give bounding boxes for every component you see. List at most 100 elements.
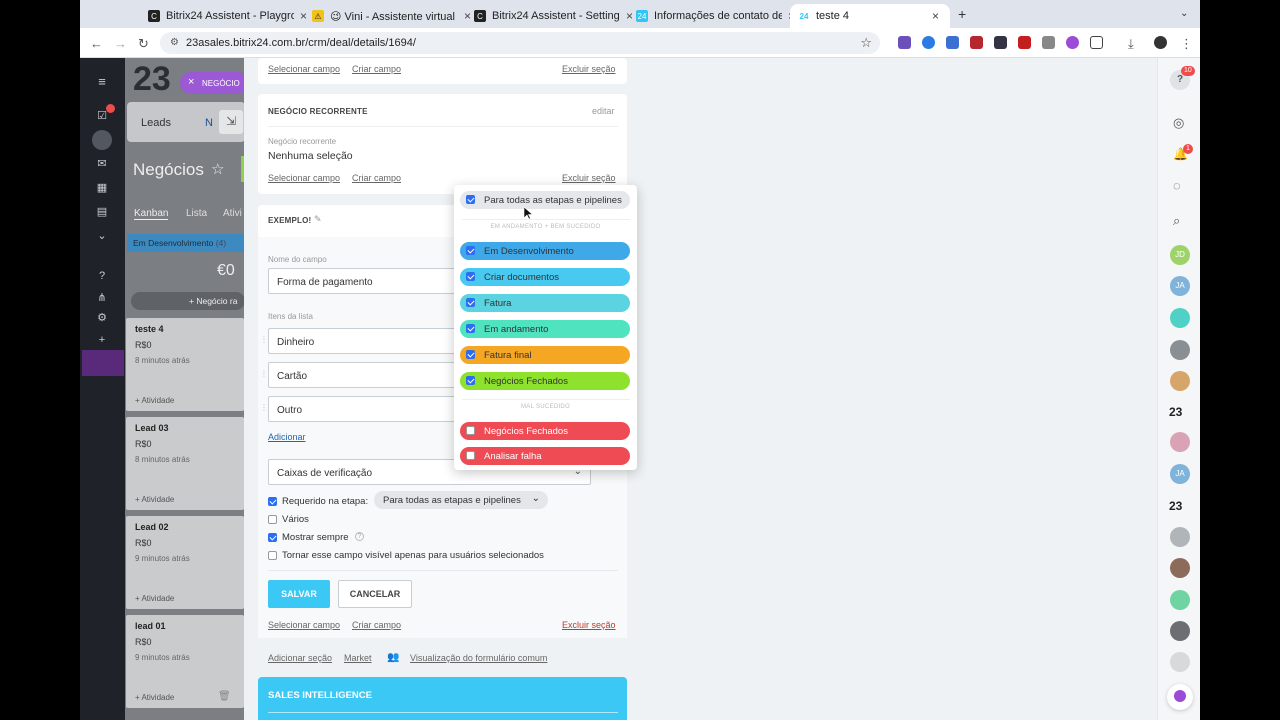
logo-avatar[interactable]: 23 bbox=[1169, 499, 1182, 513]
add-section-link[interactable]: Adicionar seção bbox=[268, 653, 332, 663]
quick-add-button[interactable]: + Negócio ra bbox=[131, 292, 245, 310]
avatar[interactable]: JA bbox=[1170, 464, 1190, 484]
stage-option[interactable]: Em andamento bbox=[460, 320, 630, 338]
add-item-link[interactable]: Adicionar bbox=[268, 432, 306, 442]
tab-leads[interactable]: Leads bbox=[141, 117, 171, 129]
select-field-link[interactable]: Selecionar campo bbox=[268, 64, 340, 74]
help-icon[interactable]: ? bbox=[355, 532, 364, 541]
chevron-down-icon[interactable]: ⌄ bbox=[96, 230, 108, 242]
deal-badge[interactable]: × NEGÓCIO bbox=[180, 72, 248, 94]
site-info-icon[interactable]: ⚙ bbox=[170, 37, 179, 48]
stage-checkbox[interactable] bbox=[466, 324, 475, 333]
select-field-link[interactable]: Selecionar campo bbox=[268, 173, 340, 183]
tab-playground[interactable]: C Bitrix24 Assistent - Playgroun × bbox=[140, 4, 315, 28]
avatar[interactable] bbox=[1170, 432, 1190, 452]
forward-icon[interactable]: → bbox=[114, 36, 127, 51]
view-lista[interactable]: Lista bbox=[186, 208, 207, 219]
help-icon[interactable]: ? bbox=[96, 270, 108, 282]
required-checkbox[interactable] bbox=[268, 497, 277, 506]
copilot-button[interactable] bbox=[1167, 684, 1193, 710]
avatar[interactable] bbox=[1170, 371, 1190, 391]
card-add-activity[interactable]: + Atividade bbox=[135, 693, 174, 702]
deal-card[interactable]: teste 4 R$0 8 minutos atrás + Atividade bbox=[126, 318, 244, 411]
logo-avatar[interactable]: 23 bbox=[1169, 405, 1182, 419]
visible-selected-checkbox[interactable] bbox=[268, 551, 277, 560]
market-link[interactable]: Market bbox=[344, 653, 372, 663]
close-icon[interactable]: × bbox=[188, 76, 194, 88]
pencil-icon[interactable]: ✎ bbox=[314, 214, 322, 225]
stage-option[interactable]: Fatura final bbox=[460, 346, 630, 364]
stage-option[interactable]: Negócios Fechados bbox=[460, 422, 630, 440]
chevron-down-icon[interactable]: ⌄ bbox=[1180, 8, 1188, 19]
stage-option[interactable]: Criar documentos bbox=[460, 268, 630, 286]
delete-section-link[interactable]: Excluir seção bbox=[562, 620, 616, 630]
trash-icon[interactable]: 🗑 bbox=[218, 691, 231, 702]
calendar-icon[interactable]: ▦ bbox=[96, 182, 108, 194]
card-add-activity[interactable]: + Atividade bbox=[135, 396, 174, 405]
download-icon[interactable]: ⤓ bbox=[1128, 36, 1134, 52]
stage-checkbox[interactable] bbox=[466, 376, 475, 385]
delete-section-link[interactable]: Excluir seção bbox=[562, 173, 616, 183]
stage-option[interactable]: Negócios Fechados bbox=[460, 372, 630, 390]
extension-icon[interactable] bbox=[994, 36, 1007, 49]
deal-card[interactable]: Lead 03 R$0 8 minutos atrás + Atividade bbox=[126, 417, 244, 510]
avatar[interactable] bbox=[1170, 527, 1190, 547]
extension-icon[interactable] bbox=[946, 36, 959, 49]
save-button[interactable]: SALVAR bbox=[268, 580, 330, 608]
delete-section-link[interactable]: Excluir seção bbox=[562, 64, 616, 74]
stage-checkbox[interactable] bbox=[466, 426, 475, 435]
tab-negocios[interactable]: N bbox=[205, 117, 213, 129]
extension-icon[interactable] bbox=[898, 36, 911, 49]
back-icon[interactable]: ← bbox=[90, 36, 103, 51]
create-field-link[interactable]: Criar campo bbox=[352, 64, 401, 74]
menu-icon[interactable]: ≡ bbox=[96, 75, 108, 88]
puzzle-icon[interactable] bbox=[1090, 36, 1103, 49]
card-add-activity[interactable]: + Atividade bbox=[135, 495, 174, 504]
extension-icon[interactable] bbox=[1042, 36, 1055, 49]
chat-icon[interactable]: ◌ bbox=[1173, 178, 1181, 193]
star-icon[interactable]: ☆ bbox=[860, 35, 872, 51]
cancel-button[interactable]: CANCELAR bbox=[338, 580, 412, 608]
deal-card[interactable]: Lead 02 R$0 9 minutos atrás + Atividade bbox=[126, 516, 244, 609]
stage-checkbox[interactable] bbox=[466, 350, 475, 359]
menu-icon[interactable]: ⋮ bbox=[1180, 36, 1193, 52]
tab-contato[interactable]: 24 Informações de contato de 6 × bbox=[628, 4, 803, 28]
tab-settings[interactable]: C Bitrix24 Assistent - Settings × bbox=[466, 4, 641, 28]
create-field-link[interactable]: Criar campo bbox=[352, 620, 401, 630]
avatar[interactable] bbox=[1154, 36, 1167, 49]
crm-active-icon[interactable] bbox=[92, 130, 112, 150]
extension-icon[interactable] bbox=[970, 36, 983, 49]
show-always-checkbox[interactable] bbox=[268, 533, 277, 542]
collapse-icon[interactable]: ⇲ bbox=[219, 110, 243, 134]
stage-checkbox[interactable] bbox=[466, 298, 475, 307]
avatar[interactable] bbox=[1170, 590, 1190, 610]
avatar[interactable] bbox=[1170, 652, 1190, 672]
search-icon[interactable]: ⌕ bbox=[1173, 213, 1180, 229]
tasks-icon[interactable]: ☑ bbox=[96, 110, 108, 122]
close-icon[interactable]: × bbox=[932, 9, 939, 23]
stage-option[interactable]: Analisar falha bbox=[460, 447, 630, 465]
stage-option-all[interactable]: Para todas as etapas e pipelines bbox=[460, 191, 630, 209]
extension-icon[interactable] bbox=[1066, 36, 1079, 49]
extension-icon[interactable] bbox=[922, 36, 935, 49]
view-atividades[interactable]: Ativi bbox=[223, 208, 242, 219]
select-field-link[interactable]: Selecionar campo bbox=[268, 620, 340, 630]
sitemap-icon[interactable]: ⋔ bbox=[96, 292, 108, 304]
required-stage-selector[interactable]: Para todas as etapas e pipelines ⌄ bbox=[374, 491, 548, 509]
avatar[interactable] bbox=[1170, 308, 1190, 328]
crown-icon[interactable] bbox=[82, 350, 124, 376]
edit-link[interactable]: editar bbox=[592, 106, 615, 116]
view-kanban[interactable]: Kanban bbox=[134, 208, 169, 220]
copilot-icon[interactable]: ◎ bbox=[1173, 115, 1184, 131]
avatar[interactable] bbox=[1170, 558, 1190, 578]
mail-icon[interactable]: ✉ bbox=[96, 158, 108, 170]
stage-checkbox[interactable] bbox=[466, 451, 475, 460]
multiple-checkbox[interactable] bbox=[268, 515, 277, 524]
tab-teste-4[interactable]: 24 teste 4 × bbox=[790, 4, 950, 28]
card-add-activity[interactable]: + Atividade bbox=[135, 594, 174, 603]
avatar[interactable] bbox=[1170, 621, 1190, 641]
avatar[interactable]: JD bbox=[1170, 245, 1190, 265]
stage-checkbox[interactable] bbox=[466, 246, 475, 255]
stage-checkbox[interactable] bbox=[466, 195, 475, 204]
stage-option[interactable]: Fatura bbox=[460, 294, 630, 312]
